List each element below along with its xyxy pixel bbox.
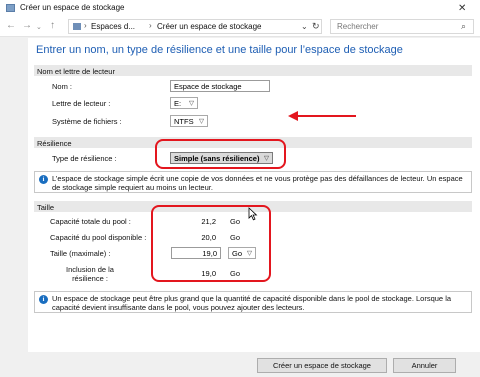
dialog-footer: Créer un espace de stockage Annuler [0, 352, 480, 377]
filesystem-value: NTFS [174, 117, 194, 126]
available-capacity-label: Capacité du pool disponible : [50, 233, 147, 242]
forward-arrow-icon[interactable]: → [22, 20, 32, 31]
mouse-cursor-icon [248, 207, 258, 221]
main-content: Entrer un nom, un type de résilience et … [28, 38, 480, 352]
chevron-down-icon: ▽ [199, 118, 204, 125]
drive-letter-value: E: [174, 99, 182, 108]
annotation-arrow-line [296, 115, 356, 117]
storage-app-icon [6, 4, 15, 12]
page-heading: Entrer un nom, un type de résilience et … [36, 44, 403, 56]
close-icon[interactable]: ✕ [458, 3, 466, 14]
max-size-label: Taille (maximale) : [50, 249, 111, 258]
back-arrow-icon[interactable]: ← [6, 20, 16, 31]
section-header-drive: Nom et lettre de lecteur [34, 65, 472, 76]
resilience-inclusion-label: Inclusion de la résilience : [66, 265, 114, 283]
breadcrumb-separator-icon: › [149, 21, 152, 30]
up-arrow-icon[interactable]: ↑ [50, 20, 55, 31]
breadcrumb-storage-spaces[interactable]: Espaces d... [91, 22, 135, 31]
refresh-icon[interactable]: ↻ [312, 21, 320, 32]
name-input[interactable]: Espace de stockage [170, 80, 270, 92]
address-bar[interactable]: › Espaces d... › Créer un espace de stoc… [68, 19, 322, 34]
cancel-button[interactable]: Annuler [393, 358, 456, 373]
total-capacity-label: Capacité totale du pool : [50, 217, 131, 226]
storage-folder-icon [73, 23, 81, 30]
title-bar: Créer un espace de stockage ✕ [0, 0, 480, 17]
navigation-bar: ← → ⌄ ↑ › Espaces d... › Créer un espace… [0, 17, 480, 37]
resilience-info-box: i L’espace de stockage simple écrit une … [34, 171, 472, 193]
resilience-highlight-annotation [155, 139, 286, 169]
drive-letter-select[interactable]: E: ▽ [170, 97, 198, 109]
filesystem-label: Système de fichiers : [52, 117, 122, 126]
window-title: Créer un espace de stockage [20, 3, 125, 12]
size-info-text: Un espace de stockage peut être plus gra… [52, 294, 452, 312]
resilience-type-label: Type de résilience : [52, 154, 117, 163]
filesystem-select[interactable]: NTFS ▽ [170, 115, 208, 127]
drive-letter-label: Lettre de lecteur : [52, 99, 111, 108]
create-space-button[interactable]: Créer un espace de stockage [257, 358, 387, 373]
chevron-down-icon[interactable]: ⌄ [36, 23, 42, 31]
info-icon: i [39, 295, 48, 304]
breadcrumb-create-space[interactable]: Créer un espace de stockage [157, 22, 262, 31]
info-icon: i [39, 175, 48, 184]
name-label: Nom : [52, 82, 73, 91]
search-placeholder: Rechercher [337, 22, 379, 31]
size-info-box: i Un espace de stockage peut être plus g… [34, 291, 472, 313]
search-icon[interactable]: ⌕ [461, 21, 466, 32]
breadcrumb-separator-icon: › [84, 21, 87, 30]
resilience-info-text: L’espace de stockage simple écrit une co… [52, 174, 463, 192]
search-box[interactable]: Rechercher ⌕ [330, 19, 474, 34]
address-dropdown-icon[interactable]: ⌄ [301, 22, 308, 31]
annotation-arrowhead [288, 111, 298, 121]
chevron-down-icon: ▽ [189, 100, 194, 107]
